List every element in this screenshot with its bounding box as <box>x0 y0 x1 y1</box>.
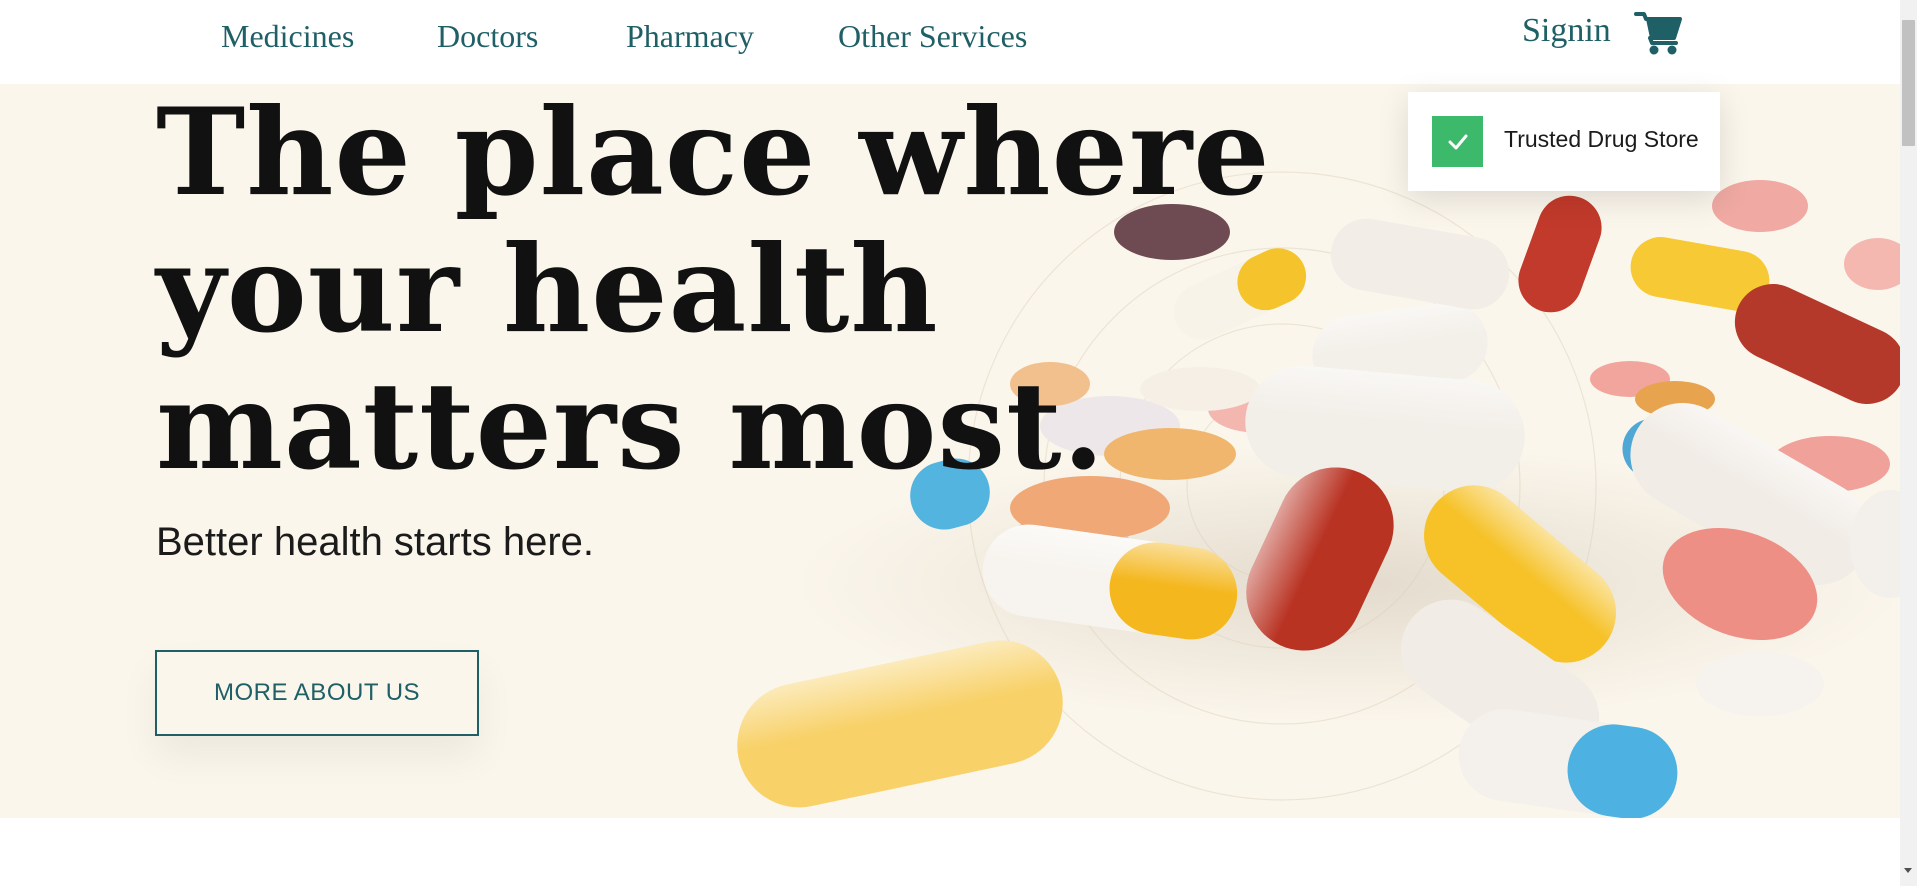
page-scrollbar[interactable] <box>1900 0 1917 886</box>
headline-line: your health <box>156 219 939 360</box>
top-navigation: Medicines Doctors Pharmacy Other Service… <box>0 0 1900 84</box>
headline-line: The place where <box>156 84 1271 223</box>
nav-item-pharmacy[interactable]: Pharmacy <box>626 18 754 55</box>
signin-link[interactable]: Signin <box>1522 12 1611 50</box>
hero-headline: The place where your health matters most… <box>156 84 1271 495</box>
more-about-us-button[interactable]: MORE ABOUT US <box>155 650 479 736</box>
check-icon <box>1432 116 1483 167</box>
nav-item-other-services[interactable]: Other Services <box>838 18 1027 55</box>
hero-section: The place where your health matters most… <box>0 84 1900 818</box>
scrollbar-thumb[interactable] <box>1902 20 1915 146</box>
trusted-badge: Trusted Drug Store <box>1408 92 1720 191</box>
headline-line: matters most. <box>156 356 1106 497</box>
badge-label: Trusted Drug Store <box>1504 126 1699 152</box>
cart-icon[interactable] <box>1634 10 1684 56</box>
nav-item-medicines[interactable]: Medicines <box>221 18 354 55</box>
hero-subtitle: Better health starts here. <box>156 520 595 564</box>
nav-item-doctors[interactable]: Doctors <box>437 18 538 55</box>
scroll-down-arrow-icon[interactable] <box>1904 868 1912 873</box>
